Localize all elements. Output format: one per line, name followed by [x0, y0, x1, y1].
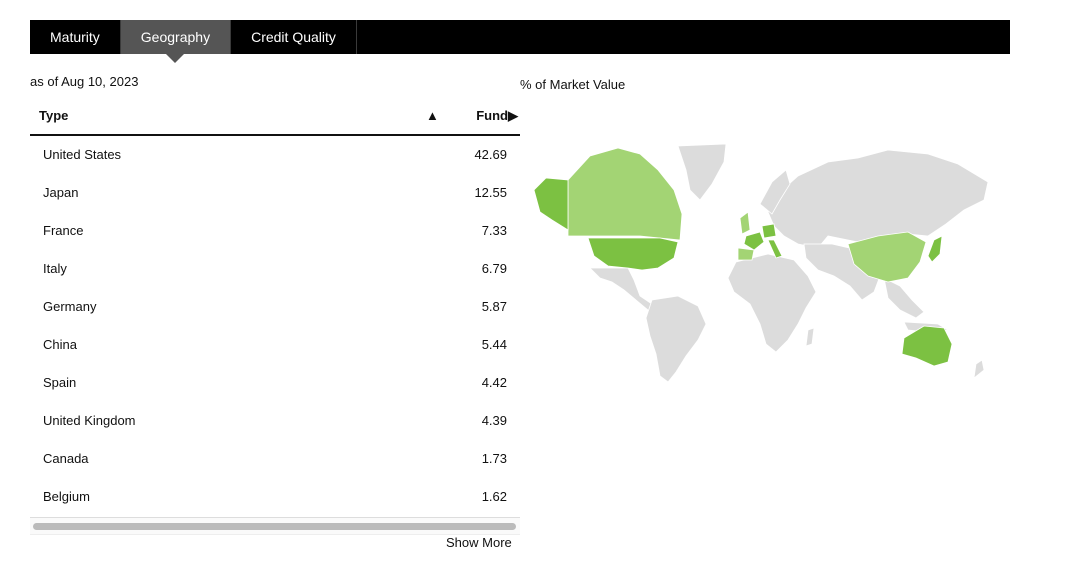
- table-row: Spain 4.42: [30, 364, 520, 402]
- table-row: Germany 5.87: [30, 288, 520, 326]
- map-region-japan: [927, 235, 943, 263]
- map-region-united-kingdom: [739, 211, 751, 235]
- table-row: Belgium 1.62: [30, 478, 520, 516]
- column-header-fund[interactable]: Fund▶: [476, 108, 518, 124]
- country-name: Belgium: [43, 489, 90, 504]
- map-region-france: [743, 231, 765, 251]
- country-name: France: [43, 223, 84, 238]
- tab-bar: Maturity Geography Credit Quality: [30, 20, 1010, 63]
- table-row: Italy 6.79: [30, 250, 520, 288]
- table-row: United Kingdom 4.39: [30, 402, 520, 440]
- fund-value: 5.87: [481, 299, 507, 314]
- map-region-spain: [737, 247, 755, 261]
- fund-value: 12.55: [474, 185, 507, 200]
- country-name: Germany: [43, 299, 97, 314]
- map-region-central-america: [589, 267, 659, 313]
- table-row: United States 42.69: [30, 136, 520, 174]
- country-name: United Kingdom: [43, 413, 136, 428]
- geography-table: Type ▲ Fund▶ United States 42.69 Japan 12.…: [30, 100, 520, 516]
- map-region-eurasia: [767, 149, 989, 249]
- map-region-africa: [727, 253, 817, 353]
- fund-value: 1.62: [481, 489, 507, 504]
- table-header: Type ▲ Fund▶: [30, 100, 520, 136]
- fund-value: 5.44: [481, 337, 507, 352]
- country-name: United States: [43, 147, 122, 162]
- map-region-united-states: [587, 237, 679, 271]
- fund-value: 4.39: [481, 413, 507, 428]
- country-name: Italy: [43, 261, 67, 276]
- fund-value: 7.33: [481, 223, 507, 238]
- map-region-new-zealand: [973, 359, 985, 379]
- horizontal-scrollbar[interactable]: [30, 517, 520, 535]
- as-of-date: as of Aug 10, 2023: [30, 74, 139, 89]
- tab-geography[interactable]: Geography: [120, 20, 232, 63]
- column-header-type[interactable]: Type: [39, 108, 68, 123]
- fund-value: 6.79: [481, 261, 507, 276]
- fund-value: 4.42: [481, 375, 507, 390]
- country-name: Japan: [43, 185, 79, 200]
- world-map: [533, 143, 989, 383]
- map-region-canada: [567, 147, 683, 241]
- sort-ascending-icon[interactable]: ▲: [426, 108, 439, 123]
- country-name: Spain: [43, 375, 77, 390]
- map-region-australia: [901, 325, 953, 367]
- country-name: Canada: [43, 451, 89, 466]
- table-row: Canada 1.73: [30, 440, 520, 478]
- table-row: Japan 12.55: [30, 174, 520, 212]
- map-region-madagascar: [805, 327, 815, 347]
- map-region-south-america: [645, 295, 707, 383]
- map-region-alaska: [533, 177, 569, 231]
- country-name: China: [43, 337, 77, 352]
- fund-value: 1.73: [481, 451, 507, 466]
- show-more-link[interactable]: Show More: [446, 535, 512, 550]
- fund-value: 42.69: [474, 147, 507, 162]
- map-title: % of Market Value: [520, 77, 626, 92]
- table-row: China 5.44: [30, 326, 520, 364]
- tab-credit-quality[interactable]: Credit Quality: [231, 20, 357, 54]
- map-region-greenland: [677, 143, 727, 201]
- map-region-southeast-asia: [883, 277, 925, 319]
- map-region-germany: [761, 223, 777, 239]
- table-row: France 7.33: [30, 212, 520, 250]
- tab-maturity[interactable]: Maturity: [30, 20, 121, 54]
- scrollbar-thumb[interactable]: [33, 523, 516, 530]
